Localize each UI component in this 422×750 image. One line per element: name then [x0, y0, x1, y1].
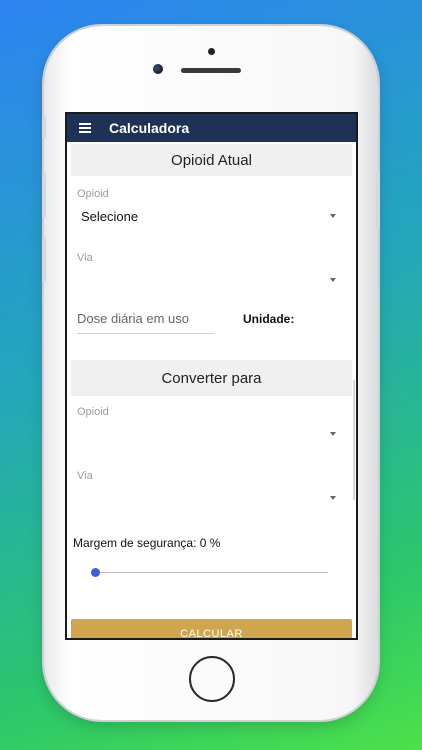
target-opioid-label: Opioid: [77, 406, 109, 418]
dose-row: Unidade:: [71, 304, 352, 334]
slider-track: [95, 572, 328, 573]
side-button-silent: [42, 116, 46, 138]
slider-thumb[interactable]: [91, 568, 100, 577]
section-header-current: Opioid Atual: [71, 144, 352, 176]
app-title: Calculadora: [109, 120, 190, 136]
target-route-label: Via: [77, 470, 93, 482]
side-button-power: [376, 172, 380, 228]
earpiece-speaker: [181, 68, 241, 73]
chevron-down-icon: [330, 432, 336, 436]
hamburger-menu-icon[interactable]: [79, 123, 91, 133]
side-button-volume-up: [42, 172, 46, 218]
chevron-down-icon: [330, 496, 336, 500]
scrollbar[interactable]: [353, 380, 355, 500]
home-button[interactable]: [189, 656, 235, 702]
target-opioid-select[interactable]: [77, 424, 346, 444]
calculate-button[interactable]: CALCULAR: [71, 619, 352, 638]
target-route-field: Via: [71, 470, 352, 508]
current-route-select[interactable]: [77, 270, 346, 290]
current-route-label: Via: [77, 252, 93, 264]
dose-input[interactable]: [77, 304, 215, 334]
current-opioid-label: Opioid: [77, 188, 109, 200]
current-opioid-field: Opioid Selecione: [71, 188, 352, 226]
current-route-field: Via: [71, 252, 352, 290]
app-screen: Calculadora Opioid Atual Opioid Selecion…: [65, 112, 358, 640]
safety-margin-label: Margem de segurança: 0 %: [73, 536, 221, 550]
calculator-form: Opioid Atual Opioid Selecione Via Unidad…: [67, 142, 356, 578]
front-camera-icon: [153, 64, 163, 74]
target-route-select[interactable]: [77, 488, 346, 508]
target-opioid-field: Opioid: [71, 406, 352, 444]
chevron-down-icon: [330, 278, 336, 282]
current-opioid-value: Selecione: [81, 208, 139, 224]
app-bar: Calculadora: [67, 114, 356, 142]
unit-label: Unidade:: [243, 312, 295, 326]
safety-margin-slider[interactable]: [91, 566, 328, 578]
proximity-sensor: [208, 48, 215, 55]
current-opioid-select[interactable]: Selecione: [77, 206, 346, 226]
chevron-down-icon: [330, 214, 336, 218]
section-header-convert: Converter para: [71, 360, 352, 396]
side-button-volume-down: [42, 236, 46, 282]
